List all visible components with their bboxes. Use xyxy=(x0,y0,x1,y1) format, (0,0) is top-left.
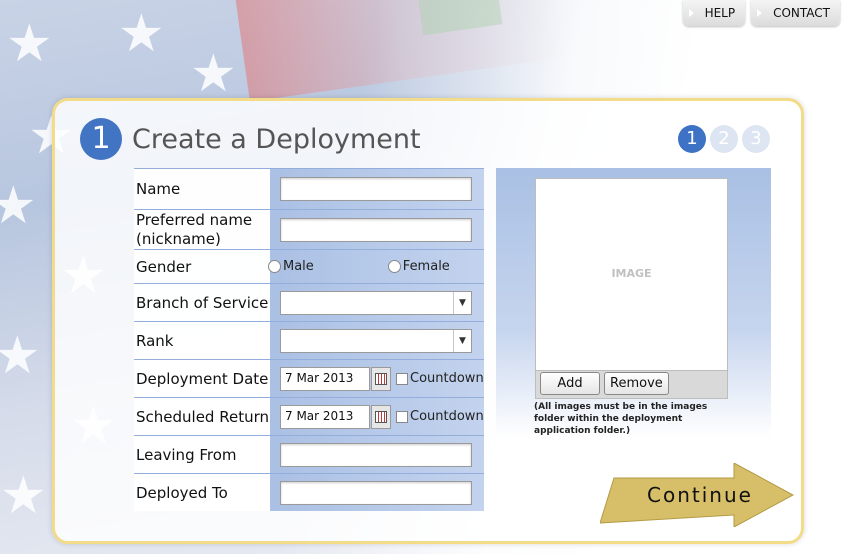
continue-label: Continue xyxy=(647,483,753,507)
step-indicator: 1 2 3 xyxy=(678,125,770,153)
name-input[interactable] xyxy=(280,177,472,201)
leaving-from-input[interactable] xyxy=(280,442,472,467)
form-row-gender: Gender Male Female xyxy=(134,249,484,283)
step-3-dot: 3 xyxy=(742,125,770,153)
form-row-preferred-name: Preferred name (nickname) xyxy=(134,209,484,249)
preferred-name-input[interactable] xyxy=(280,217,472,242)
form-row-branch: Branch of Service ▼ xyxy=(134,283,484,321)
chevron-down-icon: ▼ xyxy=(453,329,471,352)
page-title: Create a Deployment xyxy=(132,124,421,155)
gender-male-label: Male xyxy=(283,259,314,274)
return-countdown-checkbox[interactable] xyxy=(396,410,408,423)
gender-female-radio[interactable]: Female xyxy=(387,259,450,274)
star-icon: ★ xyxy=(118,4,165,64)
radio-circle-icon xyxy=(268,260,281,273)
gender-male-radio[interactable]: Male xyxy=(268,259,314,274)
form-row-leaving-from: Leaving From xyxy=(134,435,484,473)
deployment-date-label: Deployment Date xyxy=(134,360,270,397)
deployed-to-input[interactable] xyxy=(280,480,472,505)
deployment-form: Name Preferred name (nickname) Gender Ma… xyxy=(134,168,484,511)
remove-image-button[interactable]: Remove xyxy=(604,372,669,395)
rank-label: Rank xyxy=(134,322,270,359)
step-2-dot: 2 xyxy=(710,125,738,153)
form-row-name: Name xyxy=(134,168,484,209)
deployment-date-input[interactable]: 7 Mar 2013 xyxy=(280,366,370,391)
branch-select[interactable]: ▼ xyxy=(280,290,472,315)
rank-select[interactable]: ▼ xyxy=(280,328,472,353)
image-preview: IMAGE xyxy=(535,178,728,371)
calendar-icon[interactable] xyxy=(371,404,391,429)
name-label: Name xyxy=(134,169,270,209)
radio-circle-icon xyxy=(387,260,401,273)
image-placeholder-label: IMAGE xyxy=(611,267,652,280)
continue-button[interactable]: Continue xyxy=(600,463,794,527)
gender-label: Gender xyxy=(134,250,270,283)
preferred-name-label-line1: Preferred name xyxy=(136,210,253,229)
star-icon: ★ xyxy=(190,44,237,104)
star-icon: ★ xyxy=(0,466,47,526)
deployed-to-label: Deployed To xyxy=(134,474,270,511)
step-number-badge: 1 xyxy=(80,118,122,160)
help-label: HELP xyxy=(704,6,736,20)
flag-red-stripe xyxy=(233,0,567,102)
branch-label: Branch of Service xyxy=(134,284,270,321)
leaving-from-label: Leaving From xyxy=(134,436,270,473)
preferred-name-label: Preferred name (nickname) xyxy=(134,210,270,249)
form-row-scheduled-return: Scheduled Return 7 Mar 2013 Countdown xyxy=(134,397,484,435)
step-1-dot: 1 xyxy=(678,125,706,153)
triangle-icon xyxy=(688,9,694,17)
form-row-deployed-to: Deployed To xyxy=(134,473,484,511)
triangle-icon xyxy=(757,9,763,17)
deployment-countdown-label: Countdown xyxy=(410,371,484,386)
form-row-rank: Rank ▼ xyxy=(134,321,484,359)
add-image-button[interactable]: Add xyxy=(540,372,600,395)
star-icon: ★ xyxy=(6,14,53,74)
star-icon: ★ xyxy=(0,326,41,386)
deployment-countdown-checkbox[interactable] xyxy=(396,372,408,385)
calendar-icon[interactable] xyxy=(371,366,391,391)
scheduled-return-input[interactable]: 7 Mar 2013 xyxy=(280,404,370,429)
contact-button[interactable]: CONTACT xyxy=(751,0,840,26)
preferred-name-label-line2: (nickname) xyxy=(136,229,221,248)
return-countdown-label: Countdown xyxy=(410,409,484,424)
star-icon: ★ xyxy=(0,176,37,236)
chevron-down-icon: ▼ xyxy=(453,291,471,314)
image-folder-note: (All images must be in the images folder… xyxy=(534,402,708,436)
help-button[interactable]: HELP xyxy=(682,0,746,26)
contact-label: CONTACT xyxy=(773,6,830,20)
form-row-deployment-date: Deployment Date 7 Mar 2013 Countdown xyxy=(134,359,484,397)
top-nav: HELP CONTACT xyxy=(682,0,840,26)
scheduled-return-label: Scheduled Return xyxy=(134,398,270,435)
gender-female-label: Female xyxy=(402,259,450,274)
